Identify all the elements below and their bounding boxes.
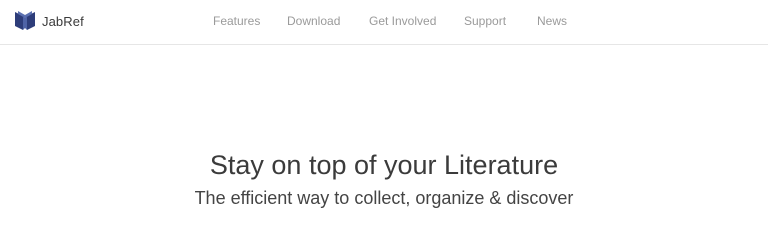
top-navbar: JabRef Features Download Get Involved Su… — [0, 0, 768, 45]
nav-item-news[interactable]: News — [537, 14, 567, 28]
hero-section: Stay on top of your Literature The effic… — [0, 145, 768, 211]
hero-subtitle: The efficient way to collect, organize &… — [194, 188, 574, 208]
nav-item-get-involved[interactable]: Get Involved — [369, 14, 436, 28]
nav-item-features[interactable]: Features — [213, 14, 260, 28]
nav-item-support[interactable]: Support — [464, 14, 506, 28]
hero-title: Stay on top of your Literature — [209, 150, 559, 180]
main-nav: Features Download Get Involved Support N… — [0, 0, 768, 44]
nav-item-download[interactable]: Download — [287, 14, 340, 28]
page: JabRef Features Download Get Involved Su… — [0, 0, 768, 252]
